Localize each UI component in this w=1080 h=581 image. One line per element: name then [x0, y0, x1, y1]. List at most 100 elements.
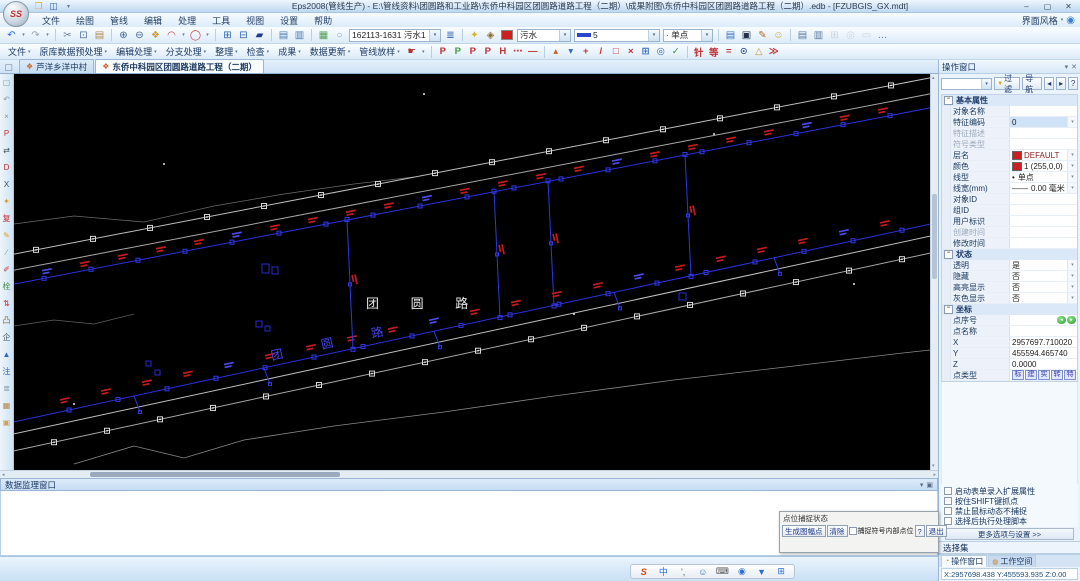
tb2-menu-source-preprocess[interactable]: 原库数据预处理 ▾: [36, 45, 112, 59]
property-value[interactable]: 否: [1010, 282, 1067, 292]
zoom-window-icon[interactable]: ◠: [164, 28, 179, 42]
chevron-down-icon[interactable]: ▾: [1067, 293, 1077, 303]
building-icon[interactable]: 企: [1, 331, 13, 343]
monitor-options-icon[interactable]: ▾: [920, 481, 924, 489]
dropdown-arrow-icon[interactable]: ▾: [44, 32, 51, 38]
point-type-button-2[interactable]: 建: [1025, 370, 1037, 380]
attach-icon[interactable]: ⊞: [827, 28, 842, 42]
option-checkbox-1[interactable]: [944, 487, 952, 495]
redo-icon[interactable]: ↷: [28, 28, 43, 42]
selection-set-label[interactable]: 选择集: [939, 541, 1080, 554]
option-checkbox-3[interactable]: [944, 507, 952, 515]
property-value[interactable]: ◂ ▸: [1010, 315, 1077, 325]
property-value[interactable]: 是: [1010, 260, 1067, 270]
vertical-scroll-thumb[interactable]: [932, 194, 937, 279]
circle-select-icon[interactable]: ○: [332, 28, 347, 42]
linetype-combo[interactable]: · 单点 ▾: [663, 28, 713, 42]
flag-down-icon[interactable]: ▾: [564, 45, 578, 58]
maximize-button[interactable]: ▢: [1038, 1, 1057, 12]
save-icon[interactable]: ◫: [47, 1, 60, 12]
menu-item-4[interactable]: 编辑: [136, 13, 170, 27]
point-type-button-3[interactable]: 实: [1038, 370, 1050, 380]
menu-item-8[interactable]: 设置: [272, 13, 306, 27]
tb2-menu-data-update[interactable]: 数据更新 ▾: [306, 45, 355, 59]
option-checkbox-2[interactable]: [944, 497, 952, 505]
chevron-down-icon[interactable]: ▾: [1067, 260, 1077, 270]
close-button[interactable]: ✕: [1059, 1, 1078, 12]
emoji-icon[interactable]: ☺: [696, 567, 709, 577]
style-help-icon[interactable]: ◉: [1066, 15, 1075, 26]
menu-item-7[interactable]: 视图: [238, 13, 272, 27]
tb2-menu-result[interactable]: 成果 ▾: [274, 45, 305, 59]
prev-point-button[interactable]: ◂: [1057, 316, 1066, 324]
tb2-menu-tidy[interactable]: 整理 ▾: [211, 45, 242, 59]
copy-char-icon[interactable]: 复: [1, 212, 13, 224]
toolbox-icon[interactable]: ⊞: [775, 566, 788, 577]
collapse-icon[interactable]: −: [944, 96, 953, 105]
property-value[interactable]: —— 0.00 毫米: [1010, 183, 1067, 193]
horizontal-scrollbar[interactable]: ◂ ▸: [0, 470, 938, 478]
open-folder-icon[interactable]: ❒: [32, 1, 45, 12]
punctuation-icon[interactable]: ’,: [677, 567, 690, 577]
collapse-icon[interactable]: −: [944, 305, 953, 314]
zoom-in-icon[interactable]: ⊕: [116, 28, 131, 42]
chevron-down-icon[interactable]: ▾: [1061, 17, 1064, 23]
chinese-mode-icon[interactable]: 中: [657, 565, 670, 578]
cad-canvas[interactable]: 团 圆 路团 圆 路: [14, 74, 930, 470]
chevron-down-icon[interactable]: ▾: [1067, 150, 1077, 160]
check-icon[interactable]: ✓: [669, 45, 683, 58]
point-type-button-5[interactable]: 特: [1064, 370, 1076, 380]
annotate-icon[interactable]: 注: [1, 365, 13, 377]
triangle-icon[interactable]: ▲: [1, 348, 13, 360]
pencil-icon[interactable]: ✎: [1, 229, 13, 241]
erase-icon[interactable]: ×: [1, 110, 13, 122]
collapse-icon[interactable]: −: [944, 250, 953, 259]
p-point-red2-icon[interactable]: P: [466, 45, 480, 58]
next-object-button[interactable]: ▸: [1056, 77, 1067, 90]
cross-icon[interactable]: ×: [624, 45, 638, 58]
property-value[interactable]: DEFAULT: [1010, 150, 1067, 160]
property-value[interactable]: 455594.465740: [1010, 348, 1077, 358]
chevron-down-icon[interactable]: ▾: [429, 29, 440, 41]
point-icon[interactable]: P: [1, 127, 13, 139]
overflow-icon[interactable]: …: [875, 28, 890, 42]
dropdown-arrow-icon[interactable]: ▾: [180, 32, 187, 38]
snap-inner-point-checkbox[interactable]: [848, 527, 857, 535]
new-document-icon[interactable]: ▢: [2, 61, 15, 73]
grid-view-icon[interactable]: ⊞: [220, 28, 235, 42]
snap-help-button[interactable]: ?: [914, 525, 925, 537]
clear-button[interactable]: 清除: [826, 525, 848, 537]
grid-small-icon[interactable]: ▦: [1, 399, 13, 411]
search-icon[interactable]: ⊙: [737, 45, 751, 58]
tb2-menu-check[interactable]: 检查 ▾: [243, 45, 274, 59]
chevron-down-icon[interactable]: ▾: [1067, 183, 1077, 193]
chevron-down-icon[interactable]: ▾: [981, 78, 992, 89]
sogou-logo-icon[interactable]: S: [637, 567, 650, 577]
dropdown-arrow-icon[interactable]: ▾: [204, 32, 211, 38]
property-value[interactable]: [1010, 128, 1077, 138]
chevron-down-icon[interactable]: ▾: [701, 29, 712, 41]
more-options-button[interactable]: 更多选项与设置 >>: [945, 528, 1074, 540]
doc-tab-1[interactable]: ❖ 芦洋乡洋中村: [19, 59, 95, 73]
doc-icon[interactable]: ▢: [1, 76, 13, 88]
horizontal-scroll-thumb[interactable]: [90, 472, 340, 477]
property-value[interactable]: 1 (255,0,0): [1010, 161, 1067, 171]
panel-help-button[interactable]: ?: [1068, 77, 1078, 90]
doc-tab-2[interactable]: ❖ 东侨中科园区团圆路道路工程（二期）: [95, 59, 264, 73]
notebook-icon[interactable]: ▤: [723, 28, 738, 42]
image-icon[interactable]: ▣: [1, 416, 13, 428]
chevron-down-icon[interactable]: ▾: [1067, 172, 1077, 182]
locate-icon[interactable]: ◎: [843, 28, 858, 42]
property-value[interactable]: [1010, 139, 1077, 149]
current-color-swatch[interactable]: [501, 30, 513, 40]
panel-tab-2[interactable]: ◍ 工作空间: [988, 555, 1037, 567]
chevron-down-icon[interactable]: ▾: [1067, 117, 1077, 127]
equal-label-icon[interactable]: 等: [707, 45, 721, 59]
scroll-down-icon[interactable]: ▾: [932, 463, 935, 469]
data-monitor-header[interactable]: 数据监理窗口 ▾ ▣: [0, 478, 938, 491]
smiley-icon[interactable]: ☺: [771, 28, 786, 42]
menu-item-1[interactable]: 文件: [34, 13, 68, 27]
property-value[interactable]: [1010, 106, 1077, 116]
chevron-down-icon[interactable]: ▾: [559, 29, 570, 41]
warn-icon[interactable]: △: [752, 45, 766, 58]
